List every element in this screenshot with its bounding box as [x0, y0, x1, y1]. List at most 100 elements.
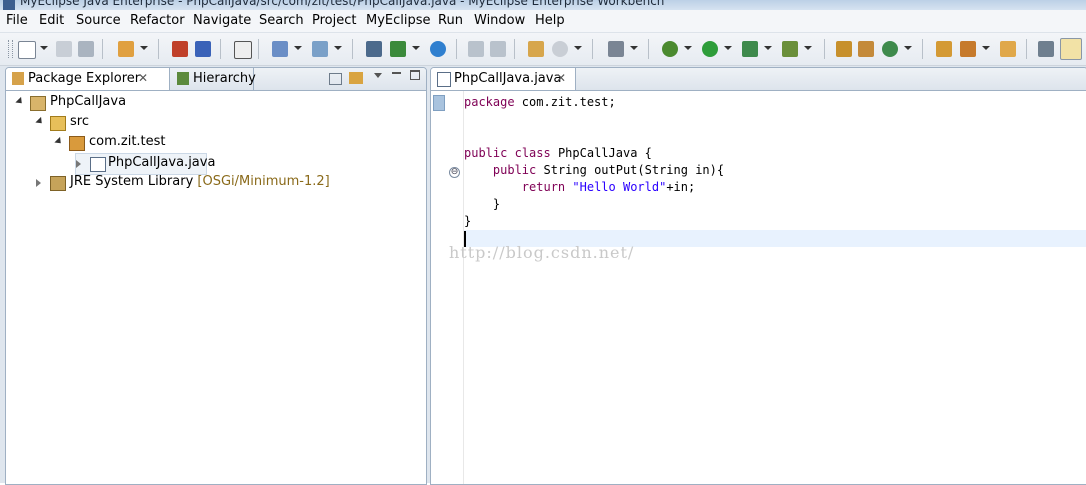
pencil-icon[interactable] [960, 41, 976, 57]
screenshot-icon[interactable] [528, 41, 544, 57]
search-icon[interactable] [490, 41, 506, 57]
debug-icon[interactable] [662, 41, 678, 57]
external-tools-icon[interactable] [782, 41, 798, 57]
toolbar-grip[interactable] [8, 40, 13, 58]
menu-refactor[interactable]: Refactor [130, 13, 185, 28]
tab-hierarchy-label: Hierarchy [193, 71, 256, 86]
toolbar-separator [352, 39, 353, 59]
tree-item-java-file[interactable]: PhpCallJava.java [75, 153, 215, 175]
package-explorer-view: Package Explorer ✕ Hierarchy PhpCallJava… [5, 67, 427, 485]
browser-icon[interactable] [430, 41, 446, 57]
editor-view: PhpCallJava.java ✕ ⊖ package com.zit.tes… [430, 67, 1086, 485]
new-java-project-icon[interactable] [836, 41, 852, 57]
new-class-dropdown-icon[interactable] [904, 46, 912, 50]
window-title-bar: MyEclipse Java Enterprise - PhpCallJava/… [0, 0, 1086, 10]
tree-item-label: JRE System Library [OSGi/Minimum-1.2] [70, 174, 330, 189]
deploy-icon[interactable] [312, 41, 328, 57]
camera-icon[interactable] [608, 41, 624, 57]
forward-folder-icon[interactable] [1000, 41, 1016, 57]
run-server-dropdown-icon[interactable] [412, 46, 420, 50]
menu-help[interactable]: Help [535, 13, 565, 28]
ruler-marker[interactable] [433, 95, 445, 111]
overview-ruler[interactable] [431, 91, 445, 484]
minimize-icon[interactable] [392, 72, 401, 74]
new-web-project-dropdown-icon[interactable] [294, 46, 302, 50]
menu-navigate[interactable]: Navigate [193, 13, 251, 28]
keyword: public [464, 146, 508, 160]
snapshot-icon[interactable] [552, 41, 568, 57]
package-icon [69, 136, 85, 151]
toolbar-separator [824, 39, 825, 59]
menu-myeclipse[interactable]: MyEclipse [366, 13, 431, 28]
new-project-icon[interactable] [118, 41, 134, 57]
new-class-icon[interactable] [882, 41, 898, 57]
menu-bar: File Edit Source Refactor Navigate Searc… [0, 10, 1086, 33]
save-icon[interactable] [56, 41, 72, 57]
code-line: return "Hello World"+in; [464, 180, 695, 197]
tab-package-explorer-label: Package Explorer [28, 71, 141, 86]
code-text: String outPut(String in){ [536, 163, 725, 177]
build-icon[interactable] [195, 41, 211, 57]
pin-icon[interactable] [1038, 41, 1054, 57]
highlight-icon[interactable] [1060, 38, 1082, 60]
deploy-dropdown-icon[interactable] [334, 46, 342, 50]
menu-run[interactable]: Run [438, 13, 463, 28]
snapshot-dropdown-icon[interactable] [574, 46, 582, 50]
open-type-icon[interactable] [172, 41, 188, 57]
code-text: com.zit.test; [514, 95, 616, 109]
close-icon[interactable]: ✕ [138, 71, 148, 85]
new-web-project-icon[interactable] [272, 41, 288, 57]
new-project-dropdown-icon[interactable] [140, 46, 148, 50]
editor-tab-label: PhpCallJava.java [454, 71, 562, 86]
tab-hierarchy[interactable]: Hierarchy [171, 68, 256, 90]
expanded-twisty-icon[interactable] [54, 136, 64, 147]
toolbar-separator [1026, 39, 1027, 59]
watermark-text: http://blog.csdn.net/ [449, 243, 635, 262]
menu-source[interactable]: Source [76, 13, 121, 28]
new-icon[interactable] [18, 41, 36, 59]
expanded-twisty-icon[interactable] [35, 116, 45, 127]
toolbar-separator [648, 39, 649, 59]
run-dropdown-icon[interactable] [724, 46, 732, 50]
server-icon[interactable] [366, 41, 382, 57]
tab-phpcalljava-java[interactable]: PhpCallJava.java ✕ [431, 68, 576, 90]
new-package-icon[interactable] [858, 41, 874, 57]
package-explorer-icon [12, 72, 24, 85]
pencil-dropdown-icon[interactable] [982, 46, 990, 50]
web20-icon[interactable] [234, 41, 252, 59]
debug-dropdown-icon[interactable] [684, 46, 692, 50]
menu-project[interactable]: Project [312, 13, 356, 28]
close-icon[interactable]: ✕ [556, 71, 566, 85]
collapsed-twisty-icon[interactable] [36, 179, 41, 187]
menu-window[interactable]: Window [474, 13, 525, 28]
package-explorer-tabs: Package Explorer ✕ Hierarchy [6, 68, 426, 91]
fold-collapse-icon[interactable]: ⊖ [449, 167, 460, 178]
open-folder-icon[interactable] [936, 41, 952, 57]
run-icon[interactable] [702, 41, 718, 57]
menu-search[interactable]: Search [259, 13, 304, 28]
workbench-area: Package Explorer ✕ Hierarchy PhpCallJava… [0, 66, 1086, 485]
folding-ruler: ⊖ [445, 91, 464, 484]
open-file-icon[interactable] [468, 41, 484, 57]
keyword: return [521, 180, 566, 194]
library-icon [50, 176, 66, 191]
collapsed-twisty-icon[interactable] [76, 160, 81, 168]
maximize-icon[interactable] [410, 70, 420, 80]
java-file-icon [90, 157, 106, 172]
expanded-twisty-icon[interactable] [15, 96, 25, 107]
window-title: MyEclipse Java Enterprise - PhpCallJava/… [20, 0, 665, 8]
external-tools-dropdown-icon[interactable] [804, 46, 812, 50]
collapse-all-icon[interactable] [329, 73, 342, 85]
new-dropdown-icon[interactable] [40, 46, 48, 50]
code-editor[interactable]: package com.zit.test; public class PhpCa… [464, 91, 1086, 484]
tab-package-explorer[interactable]: Package Explorer ✕ [6, 68, 170, 90]
coverage-icon[interactable] [742, 41, 758, 57]
coverage-dropdown-icon[interactable] [764, 46, 772, 50]
view-menu-icon[interactable] [374, 73, 382, 78]
run-server-icon[interactable] [390, 41, 406, 57]
menu-edit[interactable]: Edit [39, 13, 64, 28]
camera-dropdown-icon[interactable] [630, 46, 638, 50]
link-with-editor-icon[interactable] [349, 72, 363, 84]
print-icon[interactable] [78, 41, 94, 57]
menu-file[interactable]: File [6, 13, 28, 28]
